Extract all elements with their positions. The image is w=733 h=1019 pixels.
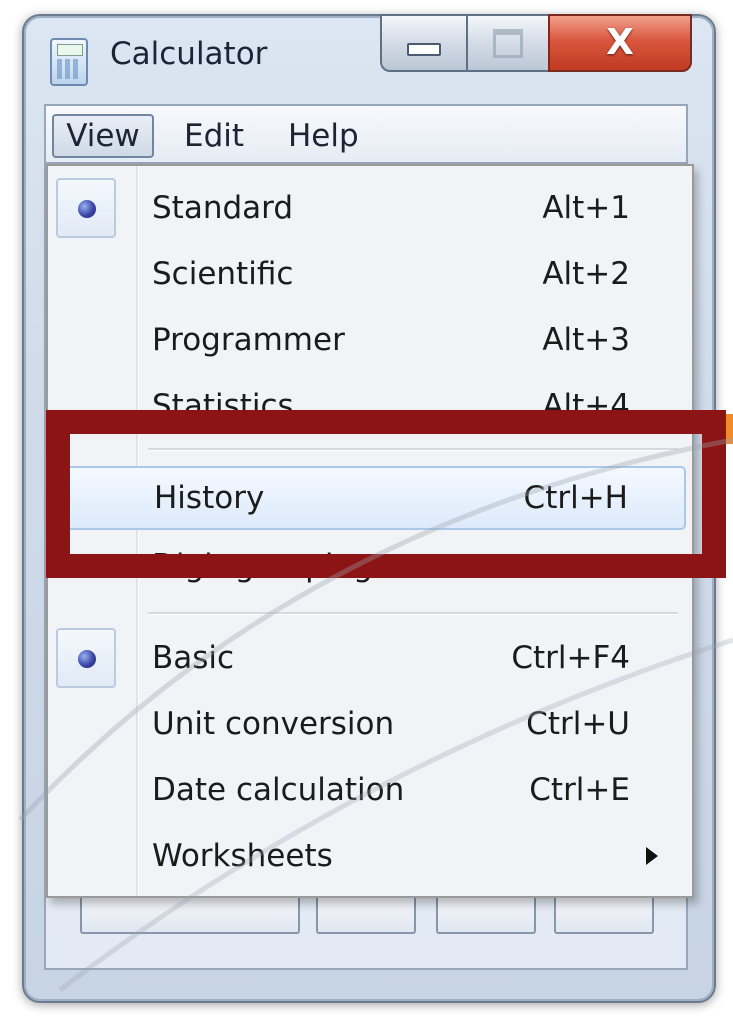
menu-bar: View Edit Help: [44, 104, 688, 164]
menu-item-label: Date calculation: [152, 772, 405, 808]
radio-check-box: [56, 178, 116, 238]
radio-bullet-icon: [78, 650, 96, 668]
submenu-arrow-icon: [646, 847, 658, 865]
close-icon: X: [606, 22, 634, 63]
menu-item-label: Unit conversion: [152, 706, 395, 742]
menu-item-date-calculation[interactable]: Date calculation Ctrl+E: [48, 758, 692, 822]
menu-item-worksheets[interactable]: Worksheets: [48, 824, 692, 888]
radio-bullet-icon: [78, 200, 96, 218]
menu-item-basic[interactable]: Basic Ctrl+F4: [48, 626, 692, 690]
maximize-button[interactable]: [466, 14, 548, 72]
menu-item-shortcut: Ctrl+F4: [511, 640, 630, 676]
menu-item-unit-conversion[interactable]: Unit conversion Ctrl+U: [48, 692, 692, 756]
view-menu-dropdown: Standard Alt+1 Scientific Alt+2 Programm…: [46, 164, 694, 898]
menu-item-label: History: [154, 480, 265, 516]
menu-item-statistics[interactable]: Statistics Alt+4: [48, 374, 692, 438]
menu-edit[interactable]: Edit: [178, 114, 250, 158]
menu-item-label: Scientific: [152, 256, 294, 292]
menu-item-digit-grouping[interactable]: Digit grouping: [48, 534, 692, 598]
menu-separator: [148, 612, 678, 615]
menu-item-history[interactable]: History Ctrl+H: [52, 466, 686, 530]
menu-help[interactable]: Help: [282, 114, 365, 158]
menu-item-label: Worksheets: [152, 838, 333, 874]
calculator-icon: [50, 38, 88, 86]
menu-item-label: Statistics: [152, 388, 294, 424]
radio-check-box: [56, 628, 116, 688]
menu-item-label: Standard: [152, 190, 294, 226]
menu-item-label: Digit grouping: [152, 548, 373, 584]
menu-item-shortcut: Ctrl+U: [526, 706, 630, 742]
caption-buttons: X: [380, 14, 692, 74]
menu-separator: [148, 448, 678, 451]
menu-item-label: Basic: [152, 640, 235, 676]
menu-item-scientific[interactable]: Scientific Alt+2: [48, 242, 692, 306]
menu-item-shortcut: Alt+3: [542, 322, 630, 358]
menu-item-shortcut: Ctrl+E: [529, 772, 630, 808]
menu-item-shortcut: Ctrl+H: [523, 480, 628, 516]
minimize-button[interactable]: [380, 14, 466, 72]
menu-item-shortcut: Alt+2: [542, 256, 630, 292]
menu-item-programmer[interactable]: Programmer Alt+3: [48, 308, 692, 372]
close-button[interactable]: X: [548, 14, 692, 72]
menu-view[interactable]: View: [52, 114, 154, 158]
window-title: Calculator: [110, 36, 268, 72]
menu-item-shortcut: Alt+1: [542, 190, 630, 226]
annotation-edge: [726, 414, 733, 444]
minimize-icon: [407, 42, 441, 56]
menu-item-label: Programmer: [152, 322, 345, 358]
menu-item-shortcut: Alt+4: [542, 388, 630, 424]
maximize-icon: [493, 28, 523, 58]
menu-item-standard[interactable]: Standard Alt+1: [48, 176, 692, 240]
